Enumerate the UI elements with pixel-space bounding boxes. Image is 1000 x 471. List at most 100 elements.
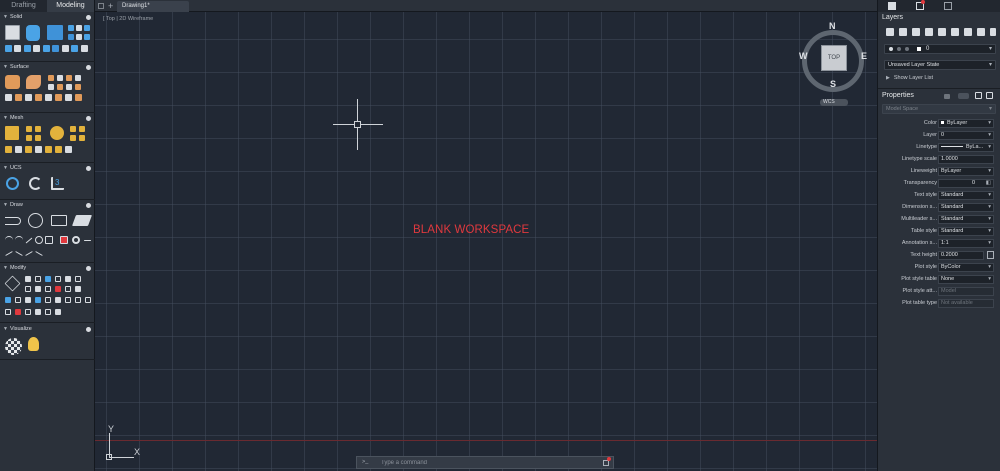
mesh-tool-icon[interactable] <box>79 126 85 132</box>
surface-tool-icon[interactable] <box>66 75 72 81</box>
mesh-tool-icon[interactable] <box>15 146 22 153</box>
surface-tool-icon[interactable] <box>15 94 22 101</box>
draw-tool-icon[interactable] <box>15 236 23 244</box>
move-icon[interactable] <box>4 275 21 292</box>
cylinder-icon[interactable] <box>26 25 40 41</box>
surface-tool-icon[interactable] <box>57 75 63 81</box>
options-icon[interactable] <box>86 116 91 121</box>
properties-tool-icon[interactable] <box>975 92 982 99</box>
surface-tool-icon[interactable] <box>5 94 12 101</box>
mesh-tool-icon[interactable] <box>25 146 32 153</box>
selection-dropdown[interactable]: Model Space ▾ <box>882 104 996 114</box>
box-icon[interactable] <box>5 25 20 40</box>
surface-tool-icon[interactable] <box>57 84 63 90</box>
drawing-canvas[interactable]: [ Top | 2D Wireframe BLANK WORKSPACE TOP… <box>95 12 877 471</box>
surface-tool-icon[interactable] <box>45 94 52 101</box>
add-tab-icon[interactable]: + <box>108 0 113 12</box>
viewcube-top-face[interactable]: TOP <box>821 45 847 71</box>
property-value[interactable]: 0.2000 <box>938 251 984 260</box>
transparency-icon[interactable]: ◧ <box>986 180 991 187</box>
mesh-tool-icon[interactable] <box>79 135 85 141</box>
ucs-rotate-icon[interactable] <box>29 177 42 190</box>
mesh-tool-icon[interactable] <box>35 126 41 132</box>
mesh-tool-icon[interactable] <box>26 126 32 132</box>
draw-tool-icon[interactable] <box>45 236 53 244</box>
modify-tool-icon[interactable] <box>85 297 91 303</box>
surface-tool-icon[interactable] <box>65 94 72 101</box>
mesh-tool-icon[interactable] <box>45 146 52 153</box>
options-icon[interactable] <box>86 203 91 208</box>
modify-tool-icon[interactable] <box>35 286 41 292</box>
mesh-tool-icon[interactable] <box>26 135 32 141</box>
property-value[interactable]: 1:1 ▾ <box>938 239 994 248</box>
show-layer-list-toggle[interactable]: ▶ Show Layer List <box>886 74 986 83</box>
surface-tool-icon[interactable] <box>66 84 72 90</box>
modify-tool-icon[interactable] <box>65 297 71 303</box>
options-icon[interactable] <box>86 266 91 271</box>
property-value[interactable]: Standard ▾ <box>938 227 994 236</box>
property-value[interactable]: 1.0000 <box>938 155 994 164</box>
layer-tool-icon[interactable] <box>899 28 907 36</box>
draw-tool-icon[interactable] <box>35 236 43 244</box>
property-value[interactable]: ByLayer ▾ <box>938 119 994 128</box>
view-controls[interactable]: [ Top | 2D Wireframe <box>103 16 153 22</box>
modify-tool-icon[interactable] <box>45 286 51 292</box>
solid-tool-icon[interactable] <box>33 45 40 52</box>
property-value[interactable]: 0 ▾ <box>938 131 994 140</box>
modify-tool-icon[interactable] <box>45 276 51 282</box>
tab-modeling[interactable]: Modeling <box>47 0 94 12</box>
modify-tool-icon[interactable] <box>55 276 61 282</box>
new-layer-icon[interactable] <box>886 28 894 36</box>
pick-icon[interactable] <box>987 251 994 259</box>
modify-tool-icon[interactable] <box>75 297 81 303</box>
modify-tool-icon[interactable] <box>55 286 61 292</box>
layer-state-dropdown[interactable]: Unsaved Layer State ▾ <box>884 60 996 70</box>
solid-tool-icon[interactable] <box>76 34 82 40</box>
donut-icon[interactable] <box>72 236 80 244</box>
draw-tool-icon[interactable] <box>84 240 91 241</box>
property-value[interactable]: None ▾ <box>938 275 994 284</box>
mesh-tool-icon[interactable] <box>35 135 41 141</box>
modify-tool-icon[interactable] <box>15 309 21 315</box>
solid-tool-icon[interactable] <box>14 45 21 52</box>
current-layer-dropdown[interactable]: 0 ▾ <box>884 44 996 54</box>
property-value[interactable]: Standard ▾ <box>938 215 994 224</box>
compass-west[interactable]: W <box>799 51 808 61</box>
solid-tool-icon[interactable] <box>43 45 50 52</box>
surface-tool-icon[interactable] <box>48 84 54 90</box>
modify-tool-icon[interactable] <box>35 297 41 303</box>
modify-tool-icon[interactable] <box>5 297 11 303</box>
surface-tool-icon[interactable] <box>55 94 62 101</box>
solid-tool-icon[interactable] <box>62 45 69 52</box>
options-icon[interactable] <box>86 327 91 332</box>
section-mesh-header[interactable]: ▼ Mesh <box>0 114 95 123</box>
mesh-tool-icon[interactable] <box>70 126 76 132</box>
section-modify-header[interactable]: ▼ Modify <box>0 264 95 273</box>
wcs-menu[interactable]: WCS <box>820 99 848 106</box>
command-input[interactable] <box>381 457 591 468</box>
draw-tool-icon[interactable] <box>25 237 33 244</box>
modify-tool-icon[interactable] <box>25 286 31 292</box>
hatch-icon[interactable] <box>71 215 93 226</box>
mesh-tool-icon[interactable] <box>70 135 76 141</box>
modify-tool-icon[interactable] <box>45 309 51 315</box>
solid-tool-icon[interactable] <box>81 45 88 52</box>
mesh-tool-icon[interactable] <box>65 146 72 153</box>
solid-tool-icon[interactable] <box>71 45 78 52</box>
surface-tool-icon[interactable] <box>35 94 42 101</box>
section-surface-header[interactable]: ▼ Surface <box>0 63 95 72</box>
property-value[interactable]: Standard ▾ <box>938 191 994 200</box>
property-value[interactable]: ByLayer ▾ <box>938 167 994 176</box>
property-value[interactable]: 0 ◧ <box>938 179 994 188</box>
layer-tool-icon[interactable] <box>951 28 959 36</box>
draw-tool-icon[interactable] <box>25 251 33 256</box>
modify-tool-icon[interactable] <box>55 309 61 315</box>
modify-tool-icon[interactable] <box>15 297 21 303</box>
solid-tool-icon[interactable] <box>24 45 31 52</box>
solid-tool-icon[interactable] <box>84 34 90 40</box>
properties-tool-icon[interactable] <box>944 94 950 99</box>
modify-tool-icon[interactable] <box>65 286 71 292</box>
modify-tool-icon[interactable] <box>25 309 31 315</box>
layer-tool-icon[interactable] <box>977 28 985 36</box>
section-solid-header[interactable]: ▼ Solid <box>0 13 95 22</box>
